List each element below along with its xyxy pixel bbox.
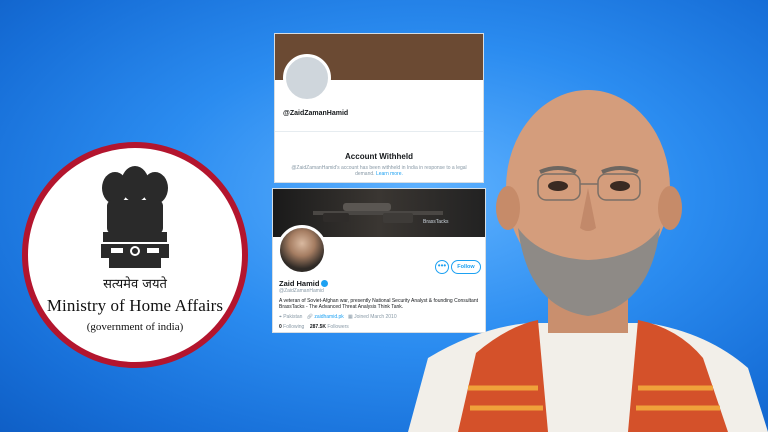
link-icon: 🔗︎ — [306, 314, 313, 320]
politician-portrait — [408, 90, 768, 432]
profile-stats: 0 Following 287.5K Followers — [279, 324, 349, 330]
mha-logo-circle: सत्यमेव जयते Ministry of Home Affairs (g… — [22, 142, 248, 368]
profile-avatar[interactable] — [277, 225, 327, 275]
profile-meta: ⌖ Pakistan 🔗︎ zaidhamid.pk ▦ Joined Marc… — [279, 314, 397, 320]
following-count[interactable]: 0 — [279, 324, 282, 330]
calendar-icon: ▦ — [347, 314, 353, 320]
followers-count[interactable]: 287.5K — [310, 324, 326, 330]
ministry-name: Ministry of Home Affairs — [46, 296, 224, 315]
government-label: (government of india) — [86, 321, 184, 333]
profile-joined: Joined March 2010 — [354, 314, 397, 320]
profile-name: Zaid Hamid — [279, 279, 329, 288]
profile-handle: @ZaidZamanHamid — [279, 288, 324, 294]
following-label[interactable]: Following — [283, 324, 304, 330]
profile-name-text: Zaid Hamid — [279, 279, 320, 288]
followers-label[interactable]: Followers — [327, 324, 348, 330]
profile-location: Pakistan — [283, 314, 303, 320]
emblem-motto: सत्यमेव जयते — [103, 277, 167, 292]
profile-website-link[interactable]: zaidhamid.pk — [314, 314, 343, 320]
profile-handle: @ZaidZamanHamid — [283, 110, 349, 117]
verified-badge-icon — [321, 279, 329, 287]
location-icon: ⌖ — [279, 314, 282, 320]
background: सत्यमेव जयते Ministry of Home Affairs (g… — [0, 0, 768, 432]
default-avatar — [283, 54, 331, 102]
lion-capital-emblem-icon — [101, 166, 169, 268]
